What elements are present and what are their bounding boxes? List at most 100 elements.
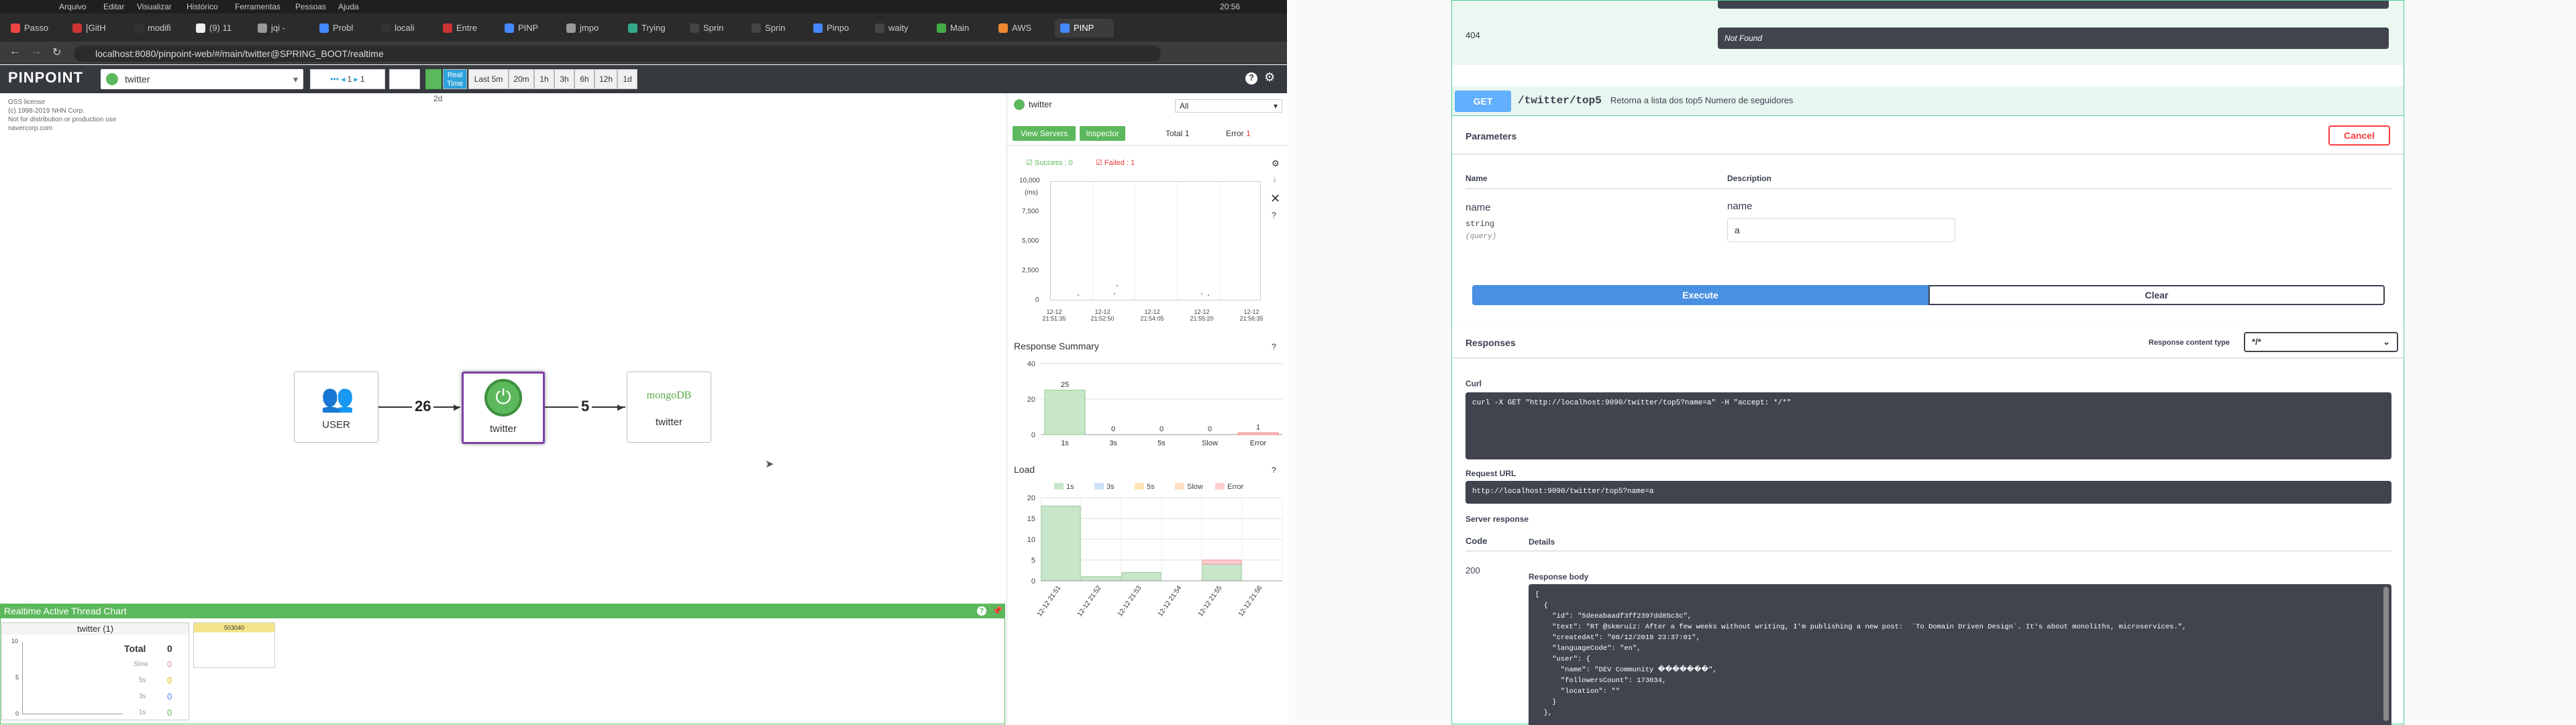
menu-editar[interactable]: Editar: [103, 2, 124, 11]
time-12h[interactable]: 12h: [595, 69, 617, 89]
time-1d[interactable]: 1d: [617, 69, 637, 89]
gear-icon[interactable]: ⚙: [1264, 70, 1275, 85]
help-icon[interactable]: ?: [1272, 465, 1276, 475]
browser-tab[interactable]: AWS: [993, 19, 1052, 38]
x-tick-label: 12-12 21:54: [1157, 584, 1184, 618]
clock: 20:56: [1220, 2, 1241, 11]
browser-tab[interactable]: Passo: [5, 19, 64, 38]
content-type-select[interactable]: */* ⌄: [2244, 332, 2398, 352]
scatter-chart[interactable]: [1050, 181, 1261, 300]
mongodb-node[interactable]: mongoDB twitter: [627, 372, 711, 443]
agent-grid[interactable]: 503040: [193, 622, 275, 668]
cancel-button[interactable]: Cancel: [2328, 125, 2390, 146]
browser-tab[interactable]: Probl: [314, 19, 373, 38]
browser-tab[interactable]: jqi -: [252, 19, 311, 38]
success-filter[interactable]: ☑ Success : 0: [1026, 158, 1073, 167]
error-count: Error 1: [1226, 129, 1251, 138]
total-value: 1: [1184, 129, 1190, 138]
browser-tab[interactable]: Main: [931, 19, 990, 38]
spring-boot-icon: [1014, 99, 1025, 110]
application-select[interactable]: twitter ▾: [101, 69, 303, 89]
time-1h[interactable]: 1h: [534, 69, 554, 89]
help-icon[interactable]: ?: [1272, 211, 1276, 220]
time-20m[interactable]: 20m: [509, 69, 534, 89]
browser-tab[interactable]: Entre: [437, 19, 497, 38]
browser-tab[interactable]: [GitH: [67, 19, 126, 38]
browser-tab[interactable]: waity: [870, 19, 929, 38]
body-scrollbar[interactable]: [2383, 587, 2389, 721]
legend-label: Error: [1227, 483, 1244, 491]
param-name-input[interactable]: a: [1727, 218, 1955, 242]
browser-tab[interactable]: modifi: [129, 19, 188, 38]
tab-favicon-icon: [998, 23, 1008, 33]
help-icon[interactable]: ?: [1272, 342, 1276, 351]
browser-tab[interactable]: jmpo: [561, 19, 620, 38]
view-servers-button[interactable]: View Servers: [1013, 126, 1076, 141]
time-2d[interactable]: 2d: [433, 94, 442, 103]
total-count: Total 1: [1166, 129, 1189, 138]
browser-tab[interactable]: Pinpo: [808, 19, 867, 38]
menu-ajuda[interactable]: Ajuda: [338, 2, 359, 11]
license-line: (c) 1998-2019 NHN Corp.: [8, 107, 85, 115]
legend-swatch: [1094, 483, 1104, 490]
data-label: 0: [1160, 425, 1164, 433]
total-label: Total: [1166, 129, 1183, 138]
calendar-icon[interactable]: [425, 69, 442, 89]
menu-pessoas[interactable]: Pessoas: [295, 2, 326, 11]
user-node[interactable]: 👥 USER: [294, 372, 378, 443]
curl-command[interactable]: curl -X GET "http://localhost:9090/twitt…: [1465, 392, 2391, 459]
realtime-button[interactable]: Real Time: [443, 69, 467, 89]
load-chart[interactable]: 1s 3s 5s Slow Error 0 5 10 15 20 12-12 21:51 12-12 …: [1007, 479, 1288, 720]
browser-tab[interactable]: Trying: [623, 19, 682, 38]
url-input[interactable]: localhost:8080/pinpoint-web/#/main/twitt…: [74, 46, 1161, 62]
browser-tab[interactable]: Sprin: [746, 19, 805, 38]
agent-select[interactable]: All ▾: [1175, 99, 1282, 113]
edge-twitter-mongodb-count[interactable]: 5: [578, 398, 593, 415]
tab-label: Probl: [333, 23, 354, 33]
browser-tab[interactable]: locali: [376, 19, 435, 38]
execute-button[interactable]: Execute: [1472, 285, 1928, 305]
menu-visualizar[interactable]: Visualizar: [137, 2, 172, 11]
param-type: string: [1465, 219, 1495, 229]
download-icon[interactable]: ⤓: [1273, 174, 1276, 184]
reload-icon[interactable]: ↻: [52, 46, 61, 59]
scatter-point: [1117, 285, 1118, 286]
thread-card[interactable]: twitter (1) 10 5 0 Total 0 Slow 0 5s 0 3…: [1, 622, 189, 720]
bar: [1081, 576, 1121, 581]
x-tick-label: Error: [1250, 439, 1267, 447]
browser-tab[interactable]: (9) 11: [191, 19, 250, 38]
menu-arquivo[interactable]: Arquivo: [59, 2, 87, 11]
search-depth-select[interactable]: ••• ◂ 1 ▸ 1: [310, 69, 385, 89]
data-label: 1: [1256, 423, 1260, 431]
menu-historico[interactable]: Histórico: [187, 2, 218, 11]
gear-icon[interactable]: ⚙: [1272, 158, 1280, 169]
response-body[interactable]: [ { "id": "5deeabaadf3ff2397dd85c3c", "t…: [1529, 584, 2391, 725]
scatter-x-tick: 12-12 21:51:35: [1042, 309, 1066, 322]
time-last5m[interactable]: Last 5m: [468, 69, 509, 89]
help-icon[interactable]: ?: [1245, 72, 1257, 85]
request-url[interactable]: http://localhost:9090/twitter/top5?name=…: [1465, 481, 2391, 504]
thread-slow-label: Slow: [134, 661, 148, 668]
edge-user-twitter-count[interactable]: 26: [412, 398, 434, 415]
pin-icon[interactable]: 📌: [992, 606, 1002, 616]
close-icon[interactable]: ✕: [1270, 192, 1280, 206]
back-icon[interactable]: ←: [9, 46, 20, 58]
response-summary-chart[interactable]: 0 20 40 25 1s 0 3s 0 5s 0 Slow 1 Error: [1007, 355, 1288, 456]
browser-tab[interactable]: PINP: [499, 19, 558, 38]
time-6h[interactable]: 6h: [574, 69, 595, 89]
operation-summary[interactable]: GET /twitter/top5 Retorna a lista dos to…: [1452, 87, 2404, 116]
mongodb-logo: mongoDB: [646, 390, 692, 401]
time-3h[interactable]: 3h: [554, 69, 574, 89]
forward-icon[interactable]: →: [31, 46, 42, 58]
failed-filter[interactable]: ☑ Failed : 1: [1096, 158, 1135, 167]
param-name-header: Name: [1465, 174, 1488, 183]
inspector-button[interactable]: Inspector: [1080, 126, 1125, 141]
help-icon[interactable]: ?: [977, 606, 986, 616]
clear-button[interactable]: Clear: [1928, 285, 2385, 305]
menu-ferramentas[interactable]: Ferramentas: [235, 2, 280, 11]
browser-tab[interactable]: PINP: [1055, 19, 1114, 38]
filter-button[interactable]: [389, 69, 420, 89]
browser-tab[interactable]: Sprin: [684, 19, 743, 38]
twitter-app-node[interactable]: ⏻ twitter: [462, 372, 545, 444]
thread-total-value: 0: [167, 643, 172, 654]
